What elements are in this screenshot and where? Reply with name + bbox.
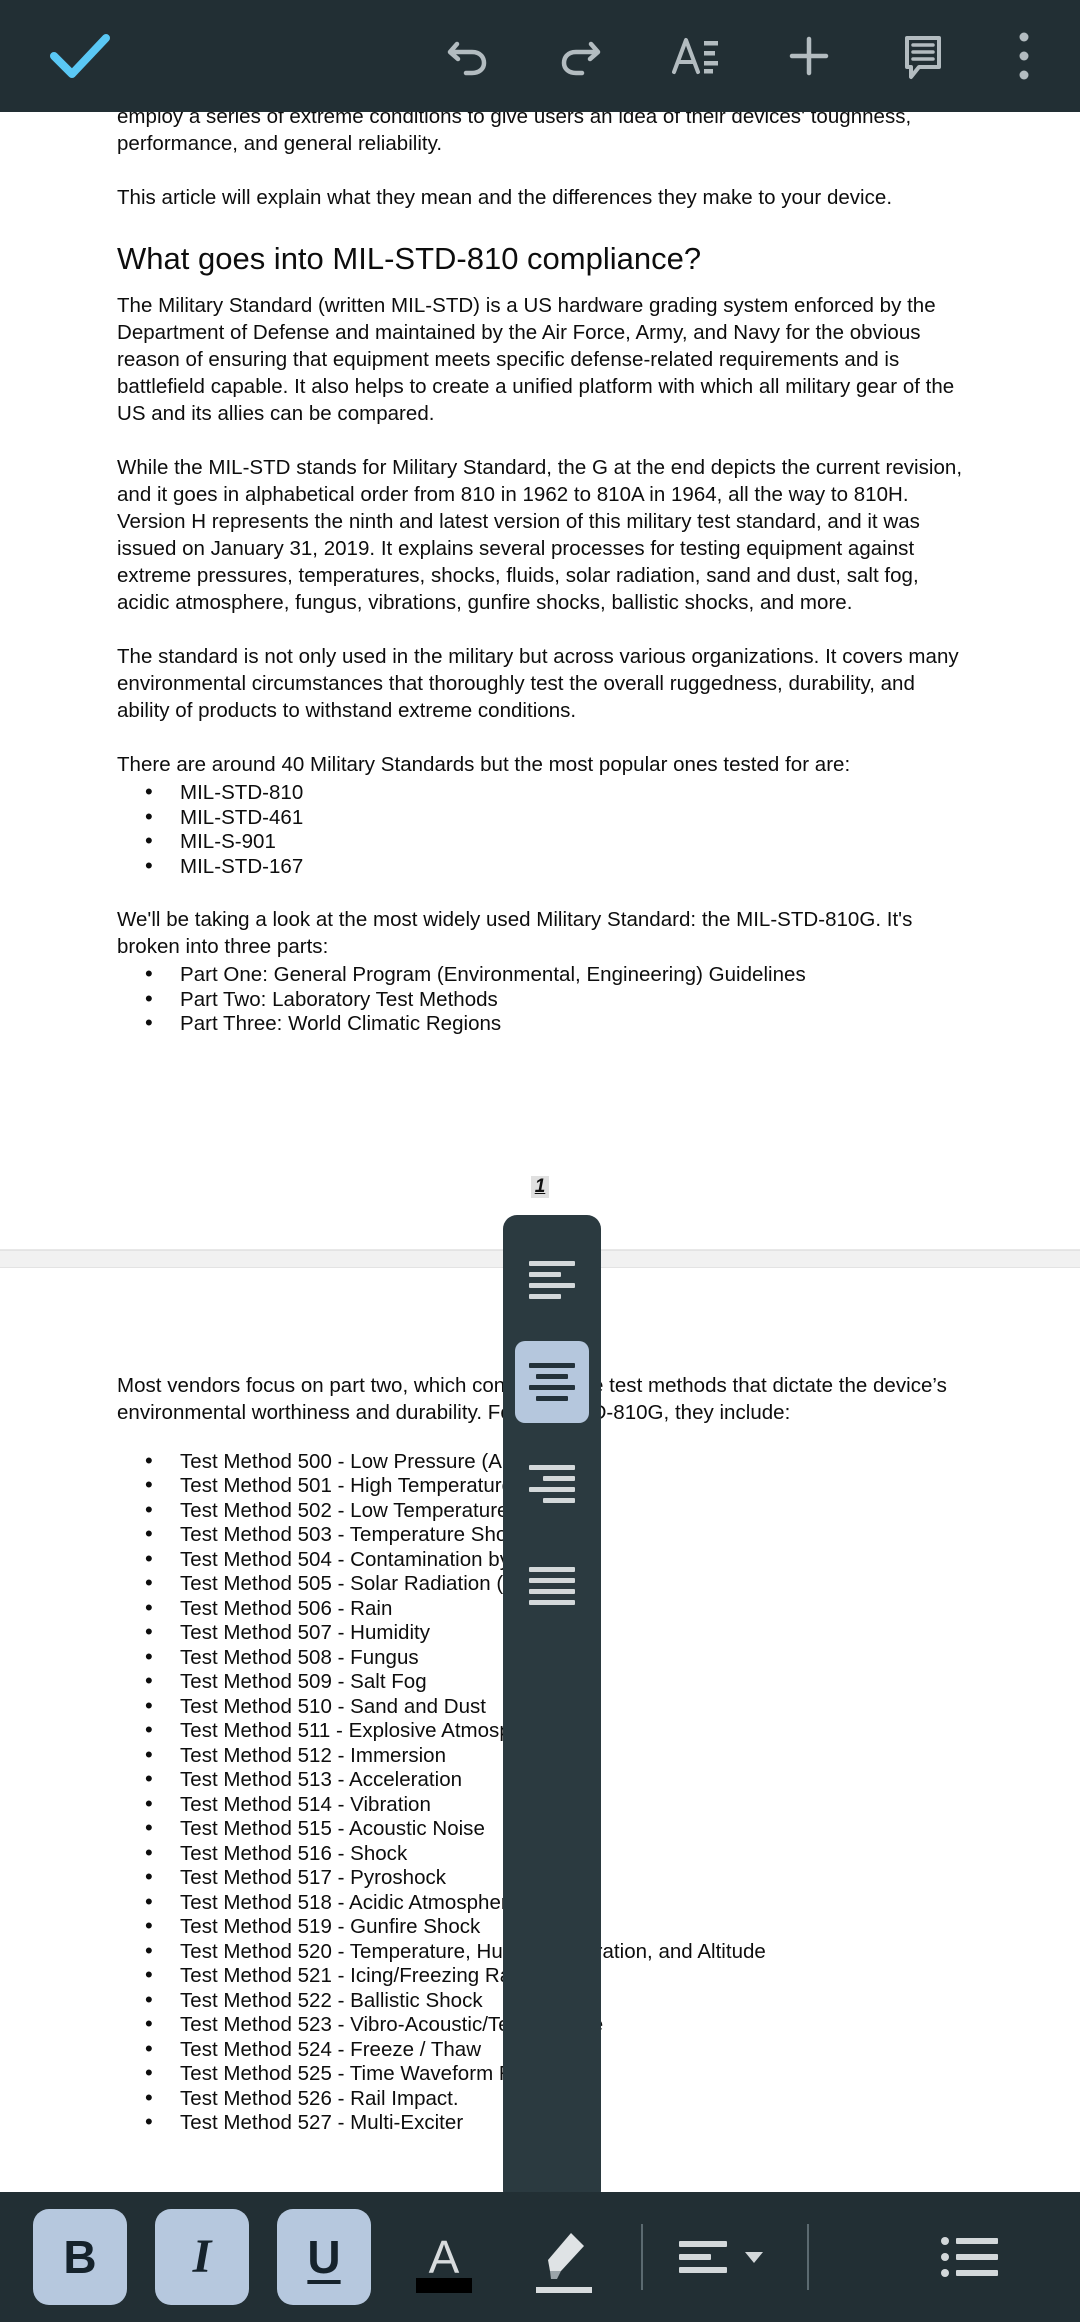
- standards-list: MIL-STD-810 MIL-STD-461 MIL-S-901 MIL-ST…: [117, 780, 963, 880]
- list-item: MIL-STD-810: [117, 780, 963, 806]
- done-check-button[interactable]: [40, 32, 120, 80]
- paragraph-5: We'll be taking a look at the most widel…: [117, 908, 913, 958]
- overflow-menu-icon: [1019, 32, 1029, 80]
- text-color-swatch: [416, 2278, 472, 2293]
- underline-label: U: [307, 2231, 341, 2283]
- align-center-option[interactable]: [515, 1341, 589, 1423]
- paragraph-4: There are around 40 Military Standards b…: [117, 753, 851, 776]
- parts-list: Part One: General Program (Environmental…: [117, 962, 963, 1037]
- paragraph-3: The standard is not only used in the mil…: [117, 645, 959, 722]
- align-justify-icon: [529, 1567, 575, 1605]
- list-item: MIL-STD-461: [117, 805, 963, 831]
- toolbar-divider-right: [807, 2224, 809, 2290]
- paragraph-2: While the MIL-STD stands for Military St…: [117, 456, 963, 614]
- comment-icon: [905, 36, 941, 79]
- redo-icon: [561, 41, 601, 76]
- section-heading: What goes into MIL-STD-810 compliance?: [117, 241, 702, 276]
- text-color-label: A: [428, 2231, 460, 2283]
- page-footer-1: 1: [0, 1037, 1080, 1198]
- align-justify-option[interactable]: [515, 1545, 589, 1627]
- alignment-popup: [503, 1215, 601, 2205]
- plus-icon: [789, 36, 829, 76]
- paragraph-intro: This article will explain what they mean…: [117, 186, 893, 209]
- list-item: MIL-S-901: [117, 829, 963, 855]
- undo-button[interactable]: [424, 13, 510, 99]
- comment-button[interactable]: [880, 13, 966, 99]
- text-format-icon: [672, 38, 718, 74]
- list-item: Part One: General Program (Environmental…: [117, 962, 963, 988]
- align-left-option[interactable]: [515, 1239, 589, 1321]
- insert-button[interactable]: [766, 13, 852, 99]
- redo-button[interactable]: [538, 13, 624, 99]
- document-editor-screen: employ a series of extreme conditions to…: [0, 0, 1080, 2322]
- paragraph-partial-top: employ a series of extreme conditions to…: [117, 112, 912, 155]
- text-color-button[interactable]: A: [397, 2209, 491, 2305]
- italic-label: I: [192, 2230, 212, 2283]
- page-1-content: employ a series of extreme conditions to…: [0, 112, 1080, 1037]
- align-center-icon: [529, 1363, 575, 1401]
- align-icon: [679, 2241, 727, 2273]
- bulleted-list-button[interactable]: [924, 2209, 1018, 2305]
- highlight-color-swatch: [536, 2287, 592, 2293]
- bottom-format-toolbar: B I U A: [0, 2192, 1080, 2322]
- top-toolbar: [0, 0, 1080, 112]
- chevron-down-icon: [745, 2251, 763, 2263]
- text-format-button[interactable]: [652, 13, 738, 99]
- italic-button[interactable]: I: [155, 2209, 249, 2305]
- align-right-option[interactable]: [515, 1443, 589, 1525]
- highlighter-icon: [548, 2233, 584, 2279]
- bold-label: B: [63, 2231, 97, 2283]
- more-options-button[interactable]: [994, 13, 1054, 99]
- align-left-icon: [529, 1261, 575, 1299]
- list-item: Part Two: Laboratory Test Methods: [117, 987, 963, 1013]
- highlight-button[interactable]: [517, 2209, 611, 2305]
- toolbar-divider-left: [641, 2224, 643, 2290]
- undo-icon: [447, 41, 487, 76]
- align-right-icon: [529, 1465, 575, 1503]
- page-number: 1: [530, 1175, 550, 1198]
- underline-button[interactable]: U: [277, 2209, 371, 2305]
- document-page-1[interactable]: employ a series of extreme conditions to…: [0, 112, 1080, 1250]
- bulleted-list-icon: [941, 2237, 998, 2277]
- paragraph-1: The Military Standard (written MIL-STD) …: [117, 294, 955, 425]
- top-toolbar-actions: [424, 13, 1080, 99]
- check-icon: [50, 34, 110, 78]
- list-item: MIL-STD-167: [117, 854, 963, 880]
- list-item: Part Three: World Climatic Regions: [117, 1011, 963, 1037]
- alignment-button[interactable]: [677, 2233, 763, 2281]
- bold-button[interactable]: B: [33, 2209, 127, 2305]
